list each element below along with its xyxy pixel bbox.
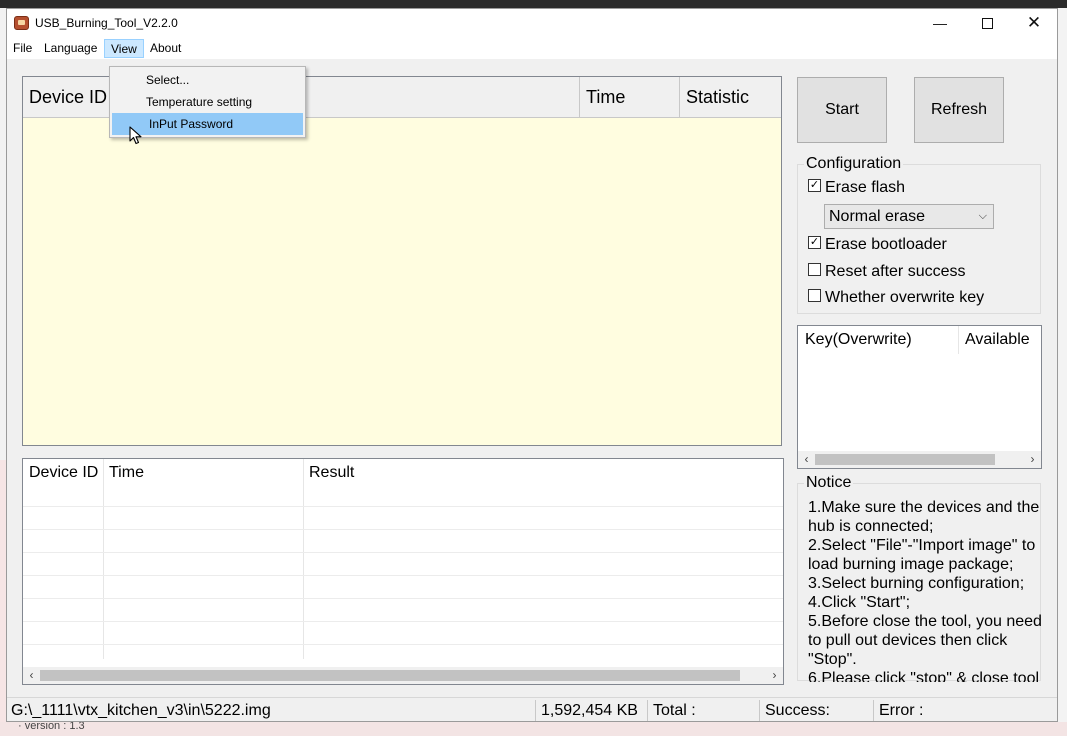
notice-line: 5.Before close the tool, you need to pul… (808, 613, 1042, 668)
configuration-title: Configuration (804, 155, 904, 173)
status-bar: G:\_1111\vtx_kitchen_v3\in\5222.img 1,59… (7, 697, 1057, 721)
status-separator (535, 700, 536, 721)
checkbox-unchecked-icon (808, 263, 821, 277)
status-image-size: 1,592,454 KB (541, 702, 638, 719)
checkbox-checked-icon: ✓ (808, 236, 821, 250)
mouse-cursor-icon (129, 126, 142, 145)
menu-view[interactable]: View (104, 39, 144, 58)
app-window: USB_Burning_Tool_V2.2.0 — ✕ File Languag… (6, 8, 1058, 722)
notice-line: 3.Select burning configuration; (808, 575, 1025, 592)
key-table-col-available[interactable]: Available (958, 326, 1043, 354)
reset-after-success-checkbox[interactable]: Reset after success (808, 262, 966, 282)
erase-bootloader-label: Erase bootloader (825, 236, 947, 253)
start-button[interactable]: Start (797, 77, 887, 143)
result-table-gridline (23, 598, 783, 599)
result-table-gridline (23, 506, 783, 507)
erase-flash-checkbox[interactable]: ✓ Erase flash (808, 178, 905, 198)
app-icon (14, 16, 29, 30)
background-window-bottom: · version : 1.3 (0, 720, 1067, 736)
device-table-col-time[interactable]: Time (580, 77, 680, 117)
erase-bootloader-checkbox[interactable]: ✓ Erase bootloader (808, 235, 947, 255)
overwrite-key-checkbox[interactable]: Whether overwrite key (808, 288, 984, 308)
scroll-left-icon[interactable]: ‹ (798, 451, 815, 468)
status-separator (647, 700, 648, 721)
minimize-button[interactable]: — (917, 9, 963, 39)
result-table-gridline (23, 644, 783, 645)
result-table[interactable]: Device ID Time Result ‹ › (22, 458, 784, 685)
title-bar: USB_Burning_Tool_V2.2.0 — ✕ (7, 9, 1057, 39)
checkbox-checked-icon: ✓ (808, 179, 821, 193)
key-table-hscrollbar[interactable]: ‹ › (798, 451, 1041, 468)
scroll-thumb[interactable] (40, 670, 740, 681)
status-separator (759, 700, 760, 721)
maximize-icon (981, 17, 993, 29)
erase-flash-label: Erase flash (825, 179, 906, 196)
menu-bar: File Language View About (7, 39, 1057, 59)
notice-line: 2.Select "File"-"Import image" to load b… (808, 537, 1036, 573)
close-button[interactable]: ✕ (1011, 9, 1057, 39)
window-title: USB_Burning_Tool_V2.2.0 (35, 16, 178, 30)
status-total: Total : (653, 702, 696, 719)
result-table-col-result[interactable]: Result (303, 459, 703, 489)
menu-file[interactable]: File (7, 39, 38, 58)
overwrite-key-label: Whether overwrite key (825, 289, 985, 306)
view-menu-item-select[interactable]: Select... (112, 69, 303, 91)
result-table-divider (103, 459, 104, 659)
scroll-right-icon[interactable]: › (1024, 451, 1041, 468)
notice-line: 1.Make sure the devices and the hub is c… (808, 499, 1040, 535)
configuration-group: Configuration ✓ Erase flash Normal erase … (797, 155, 1041, 314)
status-error: Error : (879, 702, 924, 719)
notice-text[interactable]: 1.Make sure the devices and the hub is c… (808, 498, 1044, 682)
scroll-right-icon[interactable]: › (766, 667, 783, 684)
scroll-thumb[interactable] (815, 454, 995, 465)
maximize-button[interactable] (964, 9, 1010, 39)
result-table-gridline (23, 575, 783, 576)
status-image-path: G:\_1111\vtx_kitchen_v3\in\5222.img (11, 702, 271, 719)
notice-line: 4.Click "Start"; (808, 594, 911, 611)
result-table-col-time[interactable]: Time (103, 459, 303, 489)
result-table-col-device-id[interactable]: Device ID (23, 459, 103, 489)
view-menu-item-temperature-setting[interactable]: Temperature setting (112, 91, 303, 113)
result-table-divider (303, 459, 304, 659)
close-icon: ✕ (1026, 13, 1042, 32)
menu-about[interactable]: About (144, 39, 187, 58)
refresh-button[interactable]: Refresh (914, 77, 1004, 143)
result-table-gridline (23, 529, 783, 530)
result-table-hscrollbar[interactable]: ‹ › (23, 667, 783, 684)
result-table-gridline (23, 552, 783, 553)
background-window-right (1058, 8, 1067, 736)
device-table-col-statistic[interactable]: Statistic (680, 77, 781, 117)
checkbox-unchecked-icon (808, 289, 821, 303)
notice-group: Notice 1.Make sure the devices and the h… (797, 474, 1044, 682)
chevron-down-icon: ⌵ (978, 210, 987, 222)
key-table[interactable]: Key(Overwrite) Available ‹ › (797, 325, 1042, 469)
status-separator (873, 700, 874, 721)
key-table-col-key[interactable]: Key(Overwrite) (798, 326, 958, 354)
erase-mode-value: Normal erase (829, 208, 926, 225)
menu-language[interactable]: Language (38, 39, 103, 58)
reset-after-success-label: Reset after success (825, 263, 966, 280)
erase-mode-select[interactable]: Normal erase ⌵ (824, 204, 994, 229)
scroll-left-icon[interactable]: ‹ (23, 667, 40, 684)
notice-line: 6.Please click "stop" & close tool (808, 670, 1040, 682)
notice-title: Notice (804, 474, 854, 492)
minimize-icon: — (933, 15, 947, 31)
status-success: Success: (765, 702, 830, 719)
result-table-gridline (23, 621, 783, 622)
